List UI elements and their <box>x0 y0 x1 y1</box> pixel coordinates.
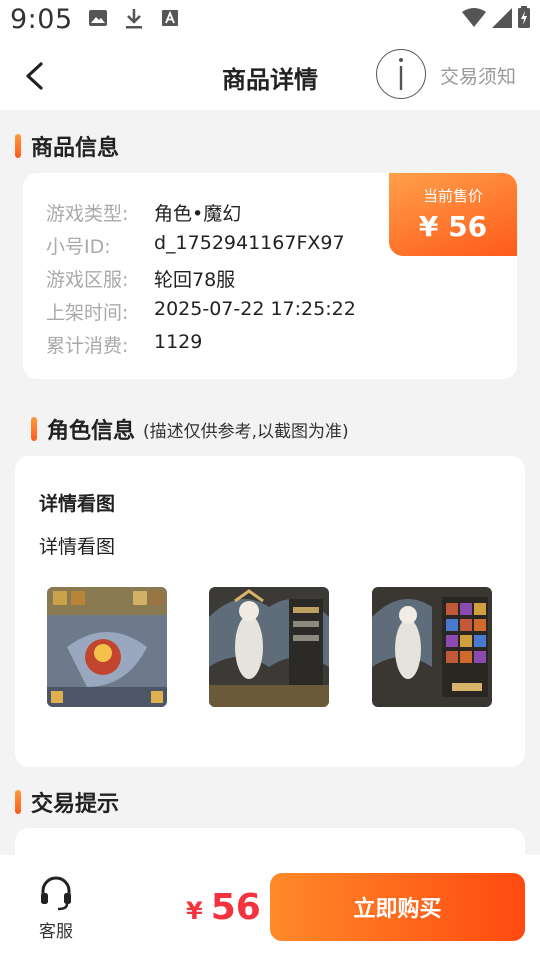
battery-icon <box>518 6 530 32</box>
current-price-badge: 当前售价 ¥ 56 <box>389 173 517 256</box>
section-title: 交易提示 <box>31 792 120 817</box>
info-label: 累计消费: <box>46 335 129 357</box>
info-label: 游戏区服: <box>46 269 129 291</box>
section-note: (描述仅供参考,以截图为准) <box>143 421 349 442</box>
info-value: 1129 <box>154 331 203 353</box>
info-row-total-spent: 累计消费: 1129 <box>46 331 202 358</box>
info-label: 上架时间: <box>46 302 129 324</box>
section-accent-bar <box>31 417 37 441</box>
customer-service-button[interactable]: 客服 <box>28 875 84 942</box>
info-row-server: 游戏区服: 轮回78服 <box>46 265 235 292</box>
price-amount: 56 <box>210 887 261 928</box>
signal-icon <box>492 8 512 32</box>
screenshot-thumbnail-1[interactable] <box>47 587 167 707</box>
info-label: 游戏类型: <box>46 203 129 225</box>
product-info-section-header: 商品信息 <box>15 130 119 162</box>
status-time: 9:05 <box>10 4 73 35</box>
info-icon <box>399 58 403 90</box>
screenshot-thumbnail-2[interactable] <box>209 587 329 707</box>
price-value: ¥ 56 <box>418 210 488 243</box>
section-accent-bar <box>15 134 21 158</box>
info-value: 2025-07-22 17:25:22 <box>154 298 356 320</box>
info-value: 轮回78服 <box>154 269 236 291</box>
info-value: d_1752941167FX97 <box>154 232 345 254</box>
bottom-price: ¥56 <box>186 887 261 928</box>
detail-subtitle: 详情看图 <box>39 536 116 558</box>
trade-notice-link[interactable]: 交易须知 <box>440 62 516 89</box>
info-row-game-type: 游戏类型: 角色•魔幻 <box>46 199 241 226</box>
info-label: 小号ID: <box>46 236 111 258</box>
bottom-bar: 客服 ¥56 立即购买 <box>0 855 540 960</box>
section-title: 角色信息 <box>47 419 136 444</box>
detail-card: 详情看图 详情看图 <box>15 456 525 767</box>
trade-tips-section-header: 交易提示 <box>15 786 119 818</box>
wifi-icon <box>462 8 486 32</box>
info-row-account-id: 小号ID: d_1752941167FX97 <box>46 232 345 259</box>
info-value: 角色•魔幻 <box>154 203 242 225</box>
text-icon <box>160 8 182 28</box>
info-button[interactable] <box>376 49 426 99</box>
price-label: 当前售价 <box>422 187 483 205</box>
section-accent-bar <box>15 790 21 814</box>
gallery-icon <box>88 8 110 28</box>
screenshot-thumbnail-3[interactable] <box>372 587 492 707</box>
buy-now-button[interactable]: 立即购买 <box>270 873 525 941</box>
download-icon <box>124 8 146 29</box>
info-row-listed-time: 上架时间: 2025-07-22 17:25:22 <box>46 298 356 325</box>
section-title: 商品信息 <box>31 136 120 161</box>
detail-heading: 详情看图 <box>39 493 116 515</box>
customer-service-label: 客服 <box>39 922 73 942</box>
headset-icon <box>41 876 71 911</box>
role-info-section-header: 角色信息 (描述仅供参考,以截图为准) <box>31 413 349 445</box>
header: 商品详情 交易须知 <box>0 44 540 110</box>
product-info-card: 游戏类型: 角色•魔幻 小号ID: d_1752941167FX97 游戏区服:… <box>23 173 517 379</box>
currency-symbol: ¥ <box>186 897 203 925</box>
status-bar: 9:05 <box>0 0 540 44</box>
